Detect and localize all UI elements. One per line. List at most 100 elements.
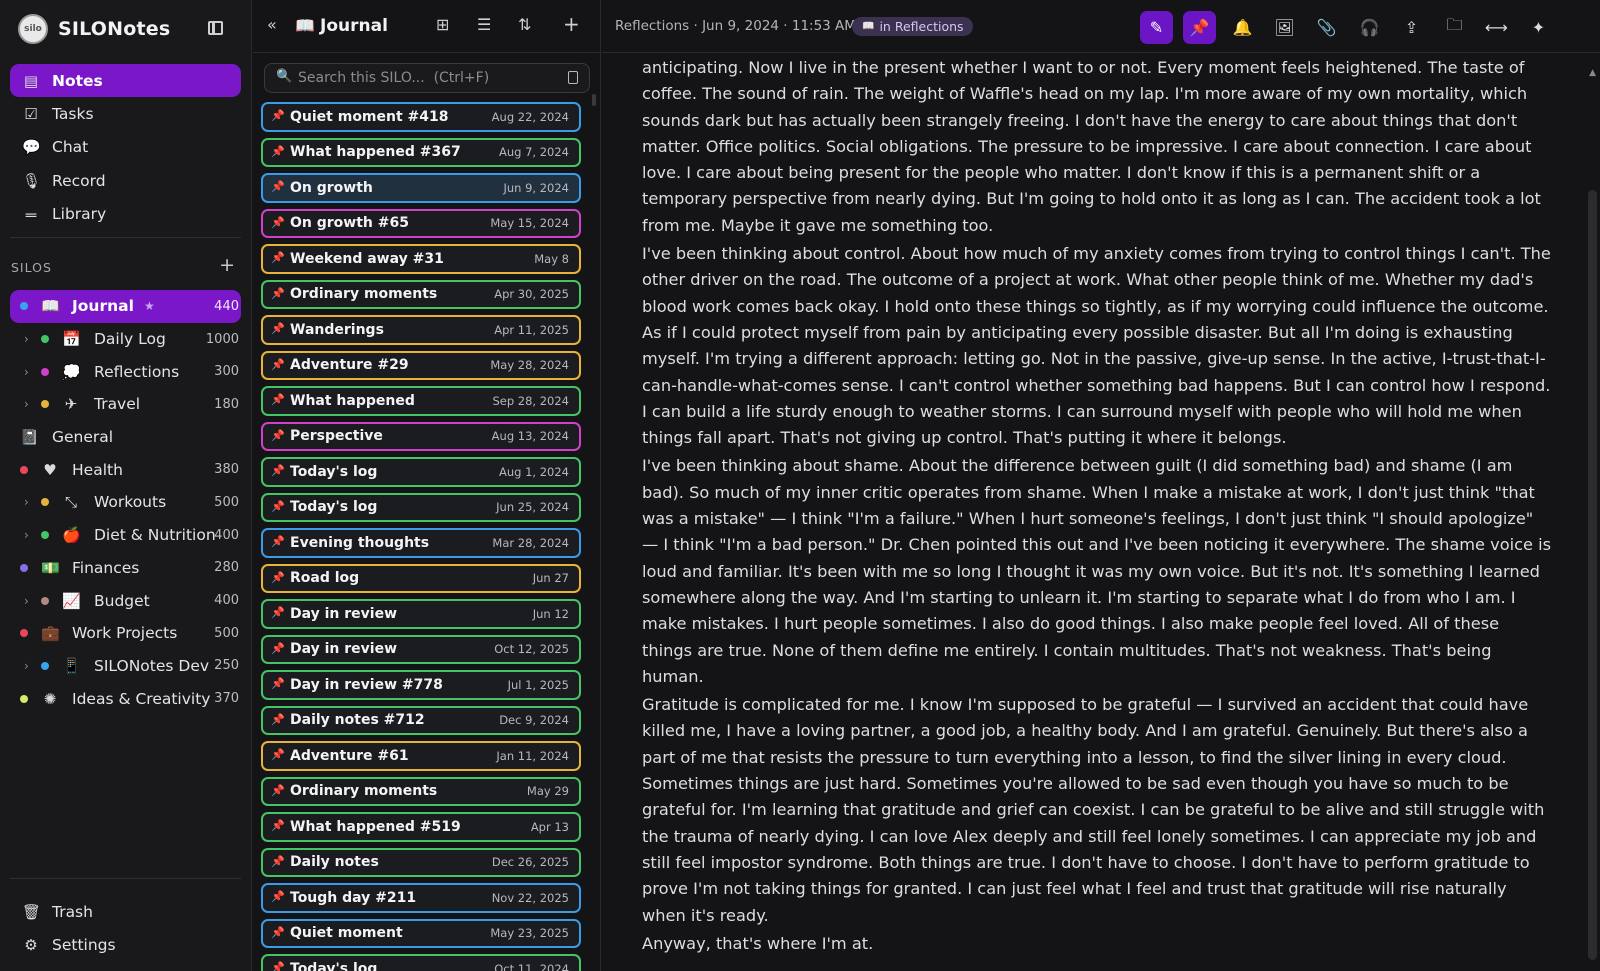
note-list-item[interactable]: 📌 What happened #367 Aug 7, 2024 <box>261 137 581 167</box>
paperclip-icon[interactable]: 📎 <box>1310 11 1343 44</box>
pin-icon[interactable]: 📌 <box>271 677 285 690</box>
add-image-icon[interactable]: 🖼 <box>1268 11 1301 44</box>
note-list-item[interactable]: 📌 Day in review #778 Jul 1, 2025 <box>261 670 581 700</box>
nav-item-trash[interactable]: 🗑 Trash <box>10 895 241 928</box>
pin-icon[interactable]: 📌 <box>271 500 285 513</box>
note-list-item[interactable]: 📌 What happened #519 Apr 13 <box>261 812 581 842</box>
edit-pencil-icon[interactable]: ✎ <box>1140 11 1173 44</box>
nav-item-record[interactable]: 🎙 Record <box>10 164 241 197</box>
note-list-item[interactable]: 📌 Tough day #211 Nov 22, 2025 <box>261 883 581 913</box>
note-list-item[interactable]: 📌 Daily notes Dec 26, 2025 <box>261 847 581 877</box>
share-icon[interactable]: ⇪ <box>1395 11 1428 44</box>
bell-icon[interactable]: 🔔 <box>1226 11 1259 44</box>
chevron-right-icon[interactable]: › <box>24 594 29 608</box>
sort-icon[interactable]: ⇅ <box>518 15 531 34</box>
pin-icon[interactable]: 📌 <box>271 784 285 797</box>
silo-item[interactable]: › 📱 SILONotes Dev 250 <box>10 650 241 683</box>
chevron-right-icon[interactable]: › <box>24 528 29 542</box>
chevron-right-icon[interactable]: › <box>24 659 29 673</box>
silo-item[interactable]: › ⤡ Workouts 500 <box>10 486 241 519</box>
pin-icon[interactable]: 📌 <box>271 890 285 903</box>
note-list-item[interactable]: 📌 Ordinary moments Apr 30, 2025 <box>261 279 581 309</box>
note-list-item[interactable]: 📌 Today's log Oct 11, 2024 <box>261 954 581 971</box>
note-list-item[interactable]: 📌 Road log Jun 27 <box>261 563 581 593</box>
note-list-item[interactable]: 📌 Quiet moment May 23, 2025 <box>261 918 581 948</box>
silo-item[interactable]: 💼 Work Projects 500 <box>10 617 241 650</box>
pin-icon[interactable]: 📌 <box>271 535 285 548</box>
pin-icon[interactable]: 📌 <box>271 429 285 442</box>
pin-icon[interactable]: 📌 <box>271 961 285 971</box>
pin-icon[interactable]: 📌 <box>271 109 285 122</box>
silo-item[interactable]: 💵 Finances 280 <box>10 552 241 585</box>
silo-item[interactable]: ♥ Health 380 <box>10 453 241 486</box>
clipboard-icon[interactable] <box>568 71 578 84</box>
nav-item-notes[interactable]: ▤ Notes <box>10 64 241 97</box>
pin-icon[interactable]: 📌 <box>271 464 285 477</box>
silo-item[interactable]: 📖 Journal ★ 440 <box>10 290 241 323</box>
pin-icon[interactable]: 📌 <box>271 642 285 655</box>
new-note-icon[interactable]: + <box>563 12 580 36</box>
app-logo[interactable]: silo <box>18 14 48 44</box>
note-list-item[interactable]: 📌 Weekend away #31 May 8 <box>261 244 581 274</box>
ai-sparkle-icon[interactable]: ✦ <box>1522 11 1555 44</box>
pin-icon[interactable]: 📌 <box>271 251 285 264</box>
note-list-item[interactable]: 📌 Daily notes #712 Dec 9, 2024 <box>261 705 581 735</box>
list-scrollbar[interactable] <box>592 94 596 106</box>
list-view-icon[interactable]: ☰ <box>477 15 491 34</box>
chevron-right-icon[interactable]: › <box>24 332 29 346</box>
note-list-item[interactable]: 📌 Quiet moment #418 Aug 22, 2024 <box>261 102 581 132</box>
note-list-item[interactable]: 📌 On growth Jun 9, 2024 <box>261 173 581 203</box>
pin-icon[interactable]: 📌 <box>271 393 285 406</box>
scroll-up-icon[interactable]: ▲ <box>1589 68 1596 78</box>
grid-view-icon[interactable]: ⊞ <box>436 15 449 34</box>
note-list-item[interactable]: 📌 Perspective Aug 13, 2024 <box>261 421 581 451</box>
pin-icon[interactable]: 📌 <box>271 819 285 832</box>
chevron-right-icon[interactable]: › <box>24 397 29 411</box>
star-icon[interactable]: ★ <box>144 299 155 313</box>
pin-icon[interactable]: 📌 <box>271 855 285 868</box>
pin-icon[interactable]: 📌 <box>271 748 285 761</box>
note-list-item[interactable]: 📌 Adventure #61 Jan 11, 2024 <box>261 741 581 771</box>
add-silo-icon[interactable]: + <box>219 254 235 276</box>
note-body[interactable]: anticipating. Now I live in the present … <box>642 55 1552 959</box>
silo-item[interactable]: › 🍎 Diet & Nutrition 400 <box>10 519 241 552</box>
search-box[interactable]: 🔍 <box>264 63 590 93</box>
collapse-sidebar-icon[interactable] <box>208 21 223 35</box>
note-list-item[interactable]: 📌 On growth #65 May 15, 2024 <box>261 208 581 238</box>
note-list-item[interactable]: 📌 Day in review Jun 12 <box>261 599 581 629</box>
pin-icon[interactable]: 📌 <box>271 358 285 371</box>
silo-item[interactable]: › ✈ Travel 180 <box>10 388 241 421</box>
silo-item[interactable]: 📓 General <box>10 421 241 454</box>
pin-icon[interactable]: 📌 <box>271 145 285 158</box>
chevron-right-icon[interactable]: › <box>24 495 29 509</box>
pin-icon[interactable]: 📌 <box>271 606 285 619</box>
note-list-item[interactable]: 📌 Adventure #29 May 28, 2024 <box>261 350 581 380</box>
note-list-item[interactable]: 📌 Evening thoughts Mar 28, 2024 <box>261 528 581 558</box>
chevron-right-icon[interactable]: › <box>24 365 29 379</box>
note-list-item[interactable]: 📌 Today's log Aug 1, 2024 <box>261 457 581 487</box>
pin-icon[interactable]: 📌 <box>271 926 285 939</box>
silo-badge[interactable]: 📖 in Reflections <box>852 17 973 36</box>
note-list-item[interactable]: 📌 Day in review Oct 12, 2025 <box>261 634 581 664</box>
pin-icon[interactable]: 📌 <box>271 322 285 335</box>
pin-icon[interactable]: 📌 <box>271 571 285 584</box>
note-list-item[interactable]: 📌 Ordinary moments May 29 <box>261 776 581 806</box>
pin-icon[interactable]: 📌 <box>271 180 285 193</box>
pin-icon[interactable]: 📌 <box>1183 11 1216 44</box>
search-input[interactable] <box>298 68 558 88</box>
note-list-item[interactable]: 📌 Wanderings Apr 11, 2025 <box>261 315 581 345</box>
nav-item-settings[interactable]: ⚙ Settings <box>10 928 241 961</box>
pin-icon[interactable]: 📌 <box>271 287 285 300</box>
silo-item[interactable]: › 📈 Budget 400 <box>10 584 241 617</box>
width-toggle-icon[interactable]: ⟷ <box>1480 11 1513 44</box>
nav-item-tasks[interactable]: ☑ Tasks <box>10 97 241 130</box>
scroll-thumb[interactable] <box>1588 190 1597 960</box>
pin-icon[interactable]: 📌 <box>271 216 285 229</box>
pin-icon[interactable]: 📌 <box>271 713 285 726</box>
silo-item[interactable]: ✺ Ideas & Creativity 370 <box>10 682 241 715</box>
folder-move-icon[interactable]: 🗀 <box>1438 11 1471 44</box>
note-list-item[interactable]: 📌 What happened Sep 28, 2024 <box>261 386 581 416</box>
silo-item[interactable]: › 📅 Daily Log 1000 <box>10 323 241 356</box>
nav-item-chat[interactable]: 💬 Chat <box>10 131 241 164</box>
headphones-icon[interactable]: 🎧 <box>1353 11 1386 44</box>
